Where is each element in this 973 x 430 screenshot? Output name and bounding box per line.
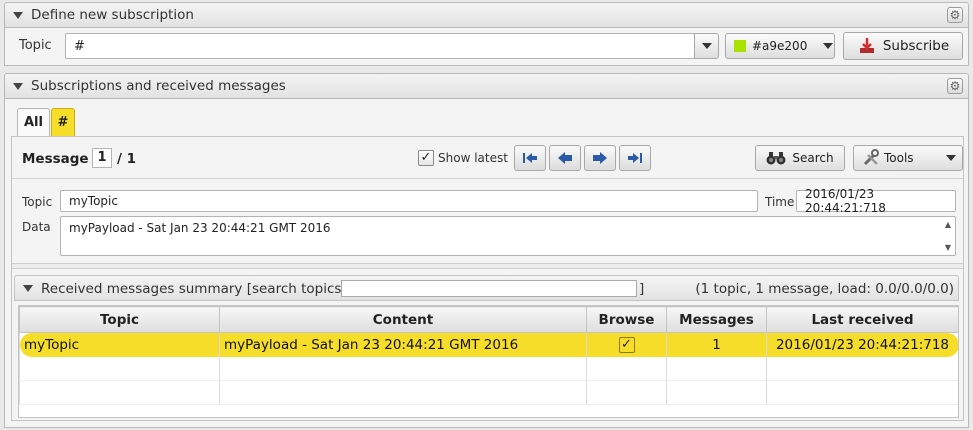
subscriptions-pane: Subscriptions and received messages ⚙ Al… bbox=[4, 73, 969, 428]
data-scrollbar[interactable]: ▲ ▼ bbox=[943, 220, 953, 252]
tab-content: Message 1 / 1 ✓ Show latest Search Tools… bbox=[11, 136, 964, 421]
detail-time-label: Time bbox=[765, 195, 795, 209]
topic-input[interactable]: # bbox=[65, 33, 695, 59]
divider bbox=[12, 178, 963, 179]
subscriptions-title: Subscriptions and received messages bbox=[31, 78, 286, 94]
define-subscription-header[interactable]: Define new subscription ⚙ bbox=[4, 2, 969, 28]
topic-input-value: # bbox=[74, 38, 85, 54]
color-picker[interactable]: #a9e200 bbox=[725, 33, 835, 59]
summary-title: Received messages summary [search topics… bbox=[41, 281, 346, 297]
tab-all[interactable]: All bbox=[17, 108, 50, 136]
split-divider[interactable] bbox=[12, 263, 963, 269]
color-swatch bbox=[734, 40, 746, 52]
detail-time-value: 2016/01/23 20:44:21:718 bbox=[805, 187, 886, 215]
subscribe-download-icon bbox=[859, 38, 874, 53]
define-subscription-body: Topic # #a9e200 Subscribe bbox=[4, 28, 969, 66]
next-message-button[interactable] bbox=[584, 145, 616, 171]
detail-time-field[interactable]: 2016/01/23 20:44:21:718 bbox=[796, 187, 956, 215]
column-header-last-received[interactable]: Last received bbox=[766, 306, 958, 333]
chevron-down-icon bbox=[823, 43, 834, 49]
define-subscription-title: Define new subscription bbox=[31, 7, 194, 23]
summary-search-input[interactable] bbox=[341, 280, 637, 297]
message-index: 1 bbox=[97, 150, 107, 165]
table-row-empty bbox=[19, 380, 958, 405]
color-value: #a9e200 bbox=[752, 39, 808, 53]
topic-dropdown-button[interactable] bbox=[694, 33, 719, 59]
tools-icon bbox=[863, 149, 879, 166]
collapse-arrow-icon[interactable] bbox=[23, 285, 33, 292]
cell-browse: ✓ bbox=[586, 332, 667, 357]
table-row[interactable]: myTopic myPayload - Sat Jan 23 20:44:21 … bbox=[19, 332, 958, 357]
summary-table: Topic Content Browse Messages Last recei… bbox=[19, 306, 958, 405]
cell-messages: 1 bbox=[666, 332, 767, 357]
search-button[interactable]: Search bbox=[755, 145, 845, 171]
topic-label: Topic bbox=[19, 38, 52, 53]
cell-topic: myTopic bbox=[19, 332, 220, 357]
detail-data-value: myPayload - Sat Jan 23 20:44:21 GMT 2016 bbox=[69, 221, 331, 235]
tab-all-label: All bbox=[24, 115, 43, 130]
define-subscription-pane: Define new subscription ⚙ Topic # #a9e20… bbox=[4, 2, 969, 66]
settings-gear-icon[interactable]: ⚙ bbox=[947, 78, 963, 94]
chevron-down-icon bbox=[701, 43, 712, 49]
subscriptions-body: All # Message 1 / 1 ✓ Show latest Search… bbox=[4, 99, 969, 428]
scroll-down-icon[interactable]: ▼ bbox=[945, 243, 951, 252]
summary-stats: (1 topic, 1 message, load: 0.0/0.0/0.0) bbox=[695, 281, 954, 297]
column-header-topic[interactable]: Topic bbox=[19, 306, 220, 333]
summary-table-header: Topic Content Browse Messages Last recei… bbox=[19, 306, 958, 333]
show-latest-checkbox[interactable]: ✓ bbox=[418, 150, 434, 166]
left-arrow-icon bbox=[558, 152, 572, 164]
tab-hash[interactable]: # bbox=[51, 108, 75, 136]
detail-topic-value: myTopic bbox=[69, 194, 118, 208]
collapse-arrow-icon[interactable] bbox=[13, 11, 23, 19]
search-label: Search bbox=[792, 151, 834, 165]
column-header-messages[interactable]: Messages bbox=[666, 306, 767, 333]
message-total: / 1 bbox=[117, 151, 137, 167]
detail-data-area[interactable]: myPayload - Sat Jan 23 20:44:21 GMT 2016… bbox=[60, 216, 956, 256]
last-arrow-icon bbox=[628, 153, 642, 163]
detail-topic-label: Topic bbox=[22, 195, 53, 209]
right-arrow-icon bbox=[593, 152, 607, 164]
settings-gear-icon[interactable]: ⚙ bbox=[947, 7, 963, 23]
browse-checkbox[interactable]: ✓ bbox=[618, 337, 635, 354]
message-label: Message bbox=[22, 151, 89, 167]
subscribe-button[interactable]: Subscribe bbox=[843, 32, 963, 60]
last-message-button[interactable] bbox=[619, 145, 651, 171]
previous-message-button[interactable] bbox=[549, 145, 581, 171]
first-arrow-icon bbox=[523, 153, 537, 163]
first-message-button[interactable] bbox=[514, 145, 546, 171]
subscriptions-header[interactable]: Subscriptions and received messages ⚙ bbox=[4, 73, 969, 99]
cell-content: myPayload - Sat Jan 23 20:44:21 GMT 2016 bbox=[219, 332, 587, 357]
tools-button[interactable]: Tools bbox=[853, 145, 963, 171]
detail-data-label: Data bbox=[22, 220, 51, 234]
binoculars-icon bbox=[766, 152, 786, 165]
table-row-empty bbox=[19, 356, 958, 381]
scroll-up-icon[interactable]: ▲ bbox=[945, 220, 951, 229]
summary-title-close: ] bbox=[639, 281, 645, 297]
subscribe-label: Subscribe bbox=[882, 38, 950, 54]
tools-label: Tools bbox=[884, 151, 914, 165]
summary-table-wrap: Topic Content Browse Messages Last recei… bbox=[18, 305, 959, 418]
tab-hash-label: # bbox=[57, 115, 69, 130]
summary-header[interactable]: Received messages summary [search topics… bbox=[14, 275, 959, 301]
collapse-arrow-icon[interactable] bbox=[13, 82, 23, 90]
message-index-field[interactable]: 1 bbox=[92, 148, 112, 168]
cell-last-received: 2016/01/23 20:44:21:718 bbox=[766, 332, 958, 357]
chevron-down-icon bbox=[945, 155, 956, 161]
detail-topic-field[interactable]: myTopic bbox=[60, 190, 758, 212]
column-header-content[interactable]: Content bbox=[219, 306, 587, 333]
column-header-browse[interactable]: Browse bbox=[586, 306, 667, 333]
show-latest-label: Show latest bbox=[438, 151, 508, 165]
